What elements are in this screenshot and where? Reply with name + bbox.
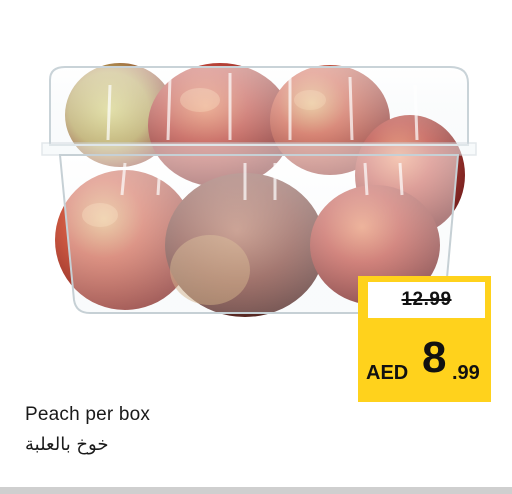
bottom-divider [0, 487, 512, 494]
product-card: 12.99 AED 8 .99 Peach per box خوخ بالعلب… [0, 0, 512, 487]
price-decimal: .99 [452, 362, 480, 384]
price-badge: 12.99 AED 8 .99 [358, 276, 491, 402]
old-price-box: 12.99 [368, 282, 485, 318]
product-title-arabic: خوخ بالعلبة [25, 434, 109, 455]
product-title-english: Peach per box [25, 404, 151, 425]
price-integer: 8 [422, 333, 447, 382]
old-price: 12.99 [401, 289, 452, 310]
currency-label: AED [366, 362, 409, 384]
